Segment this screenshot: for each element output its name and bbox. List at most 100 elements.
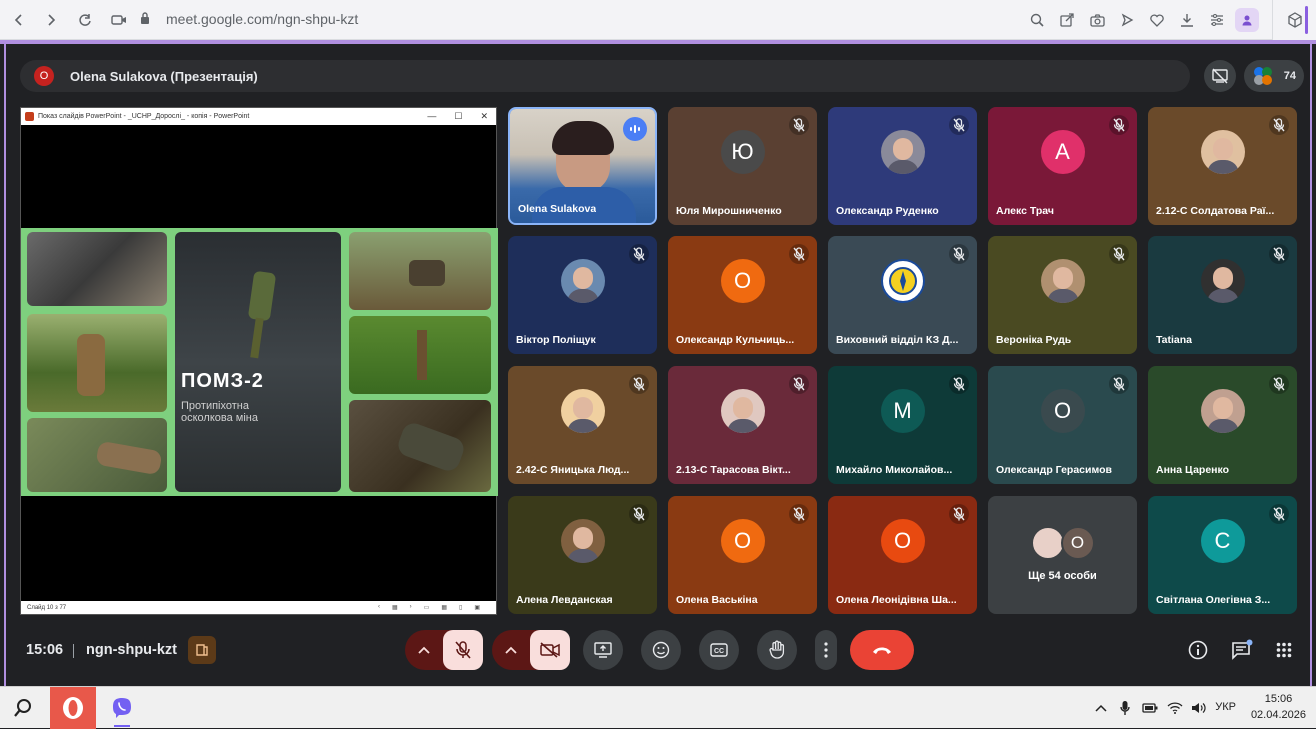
participants-button[interactable]: 74: [1244, 60, 1304, 92]
participant-tile[interactable]: Tatiana: [1148, 236, 1297, 354]
heart-icon[interactable]: [1144, 8, 1170, 32]
hide-presentation-button[interactable]: [1204, 60, 1236, 92]
more-options-button[interactable]: [815, 630, 837, 670]
participant-tile[interactable]: Вероніка Рудь: [988, 236, 1137, 354]
participant-tile[interactable]: Olena Sulakova: [508, 107, 657, 225]
volume-icon[interactable]: [1190, 687, 1208, 729]
lock-icon[interactable]: [140, 12, 150, 24]
participant-name: Олена Леонідівна Ша...: [836, 594, 957, 606]
camera-tab-icon[interactable]: [106, 7, 132, 33]
next-slide-icon[interactable]: ›: [410, 604, 412, 611]
mic-toggle-button[interactable]: [443, 630, 483, 670]
powerpoint-statusbar: Слайд 10 з 77 ‹ ▦ › ▭ ▦ ▯ ▣: [21, 601, 496, 614]
more-participants-label: Ще 54 особи: [1028, 570, 1097, 582]
slide-photo-4: [349, 232, 491, 310]
profile-icon[interactable]: [1234, 8, 1260, 32]
avatar: О: [880, 518, 925, 563]
participant-tile[interactable]: О Ще 54 особи: [988, 496, 1137, 614]
share-icon[interactable]: [1054, 8, 1080, 32]
sorter-view-icon[interactable]: ▦: [441, 604, 447, 611]
reading-view-icon[interactable]: ▯: [459, 604, 462, 611]
viber-icon[interactable]: [100, 687, 144, 729]
wifi-icon[interactable]: [1166, 687, 1184, 729]
mic-muted-icon: [1269, 115, 1289, 135]
slide-grid-icon[interactable]: ▦: [392, 604, 398, 611]
participant-hair: [552, 121, 614, 155]
system-clock[interactable]: 15:06 02.04.2026: [1251, 691, 1306, 723]
minimize-icon[interactable]: —: [427, 111, 436, 122]
participant-tile[interactable]: О Олександр Герасимов: [988, 366, 1137, 484]
reload-icon[interactable]: [72, 7, 98, 33]
participant-tile[interactable]: Ю Юля Мирошниченко: [668, 107, 817, 225]
zoom-search-icon[interactable]: [1024, 8, 1050, 32]
participant-tile[interactable]: О Олександр Кульчиць...: [668, 236, 817, 354]
chevron-up-icon: [505, 646, 517, 654]
mic-muted-icon: [949, 115, 969, 135]
opera-browser-icon[interactable]: [50, 687, 96, 729]
prev-slide-icon[interactable]: ‹: [378, 604, 380, 611]
sidebar-cube-icon[interactable]: [1272, 0, 1316, 40]
snapshot-icon[interactable]: [1084, 8, 1110, 32]
normal-view-icon[interactable]: ▭: [424, 604, 430, 611]
forward-icon[interactable]: [38, 7, 64, 33]
participant-tile[interactable]: 2.42-С Яницька Люд...: [508, 366, 657, 484]
address-bar[interactable]: meet.google.com/ngn-shpu-kzt: [166, 11, 358, 27]
back-icon[interactable]: [6, 7, 32, 33]
mic-options-button[interactable]: [405, 630, 443, 670]
slide-photo-1: [27, 232, 167, 306]
close-icon[interactable]: ✕: [480, 111, 488, 122]
raise-hand-button[interactable]: [757, 630, 797, 670]
participant-tile[interactable]: М Михайло Миколайов...: [828, 366, 977, 484]
participant-tile[interactable]: Алена Левданская: [508, 496, 657, 614]
tray-chevron-icon[interactable]: [1092, 687, 1110, 729]
avatar: Ю: [720, 129, 765, 174]
participant-tile[interactable]: Олександр Руденко: [828, 107, 977, 225]
more-vert-icon: [824, 642, 828, 658]
microphone-icon[interactable]: [1116, 687, 1134, 729]
flow-icon[interactable]: [1114, 8, 1140, 32]
reactions-button[interactable]: [641, 630, 681, 670]
participant-tile[interactable]: Анна Царенко: [1148, 366, 1297, 484]
download-icon[interactable]: [1174, 8, 1200, 32]
keyboard-language[interactable]: УКР: [1215, 701, 1236, 713]
participant-name: Михайло Миколайов...: [836, 464, 953, 476]
participant-tile[interactable]: 2.13-С Тарасова Вікт...: [668, 366, 817, 484]
hang-up-icon: [873, 647, 891, 654]
present-screen-button[interactable]: [583, 630, 623, 670]
captions-button[interactable]: CC: [699, 630, 739, 670]
chat-button[interactable]: [1228, 630, 1256, 670]
mic-muted-icon: [789, 374, 809, 394]
mic-muted-icon: [949, 374, 969, 394]
slideshow-view-icon[interactable]: ▣: [474, 604, 480, 611]
activities-button[interactable]: [1270, 630, 1298, 670]
participant-tile[interactable]: О Олена Васькіна: [668, 496, 817, 614]
slide: ПОМЗ-2 Протипіхотна осколкова міна: [21, 228, 498, 496]
participant-name: 2.13-С Тарасова Вікт...: [676, 464, 791, 476]
notes-app-icon[interactable]: [188, 636, 216, 664]
maximize-icon[interactable]: ☐: [454, 111, 462, 122]
slide-photo-5: [349, 316, 491, 394]
participant-tile[interactable]: А Алекс Трач: [988, 107, 1137, 225]
leave-call-button[interactable]: [850, 630, 914, 670]
emoji-icon: [652, 641, 670, 659]
avatar: [1040, 258, 1085, 303]
camera-options-button[interactable]: [492, 630, 530, 670]
captions-icon: CC: [710, 643, 728, 657]
battery-icon[interactable]: [1140, 687, 1160, 729]
participant-tile[interactable]: 2.12-С Солдатова Раї...: [1148, 107, 1297, 225]
speaking-indicator-icon: [623, 117, 647, 141]
present-icon: [594, 642, 612, 658]
presentation-window[interactable]: Показ слайдів PowerPoint - _UCHP_Дорослі…: [20, 107, 498, 615]
meeting-info-button[interactable]: [1184, 630, 1212, 670]
participant-tile[interactable]: Виховний відділ КЗ Д...: [828, 236, 977, 354]
search-icon[interactable]: [0, 687, 46, 729]
participant-count: 74: [1283, 70, 1296, 82]
slide-subtitle-2: осколкова міна: [181, 412, 258, 424]
chevron-up-icon: [418, 646, 430, 654]
camera-toggle-button[interactable]: [530, 630, 570, 670]
participant-tile[interactable]: О Олена Леонідівна Ша...: [828, 496, 977, 614]
participant-name: Алекс Трач: [996, 205, 1054, 217]
participant-tile[interactable]: С Світлана Олегівна З...: [1148, 496, 1297, 614]
participant-tile[interactable]: Віктор Поліщук: [508, 236, 657, 354]
easy-setup-icon[interactable]: [1204, 8, 1230, 32]
